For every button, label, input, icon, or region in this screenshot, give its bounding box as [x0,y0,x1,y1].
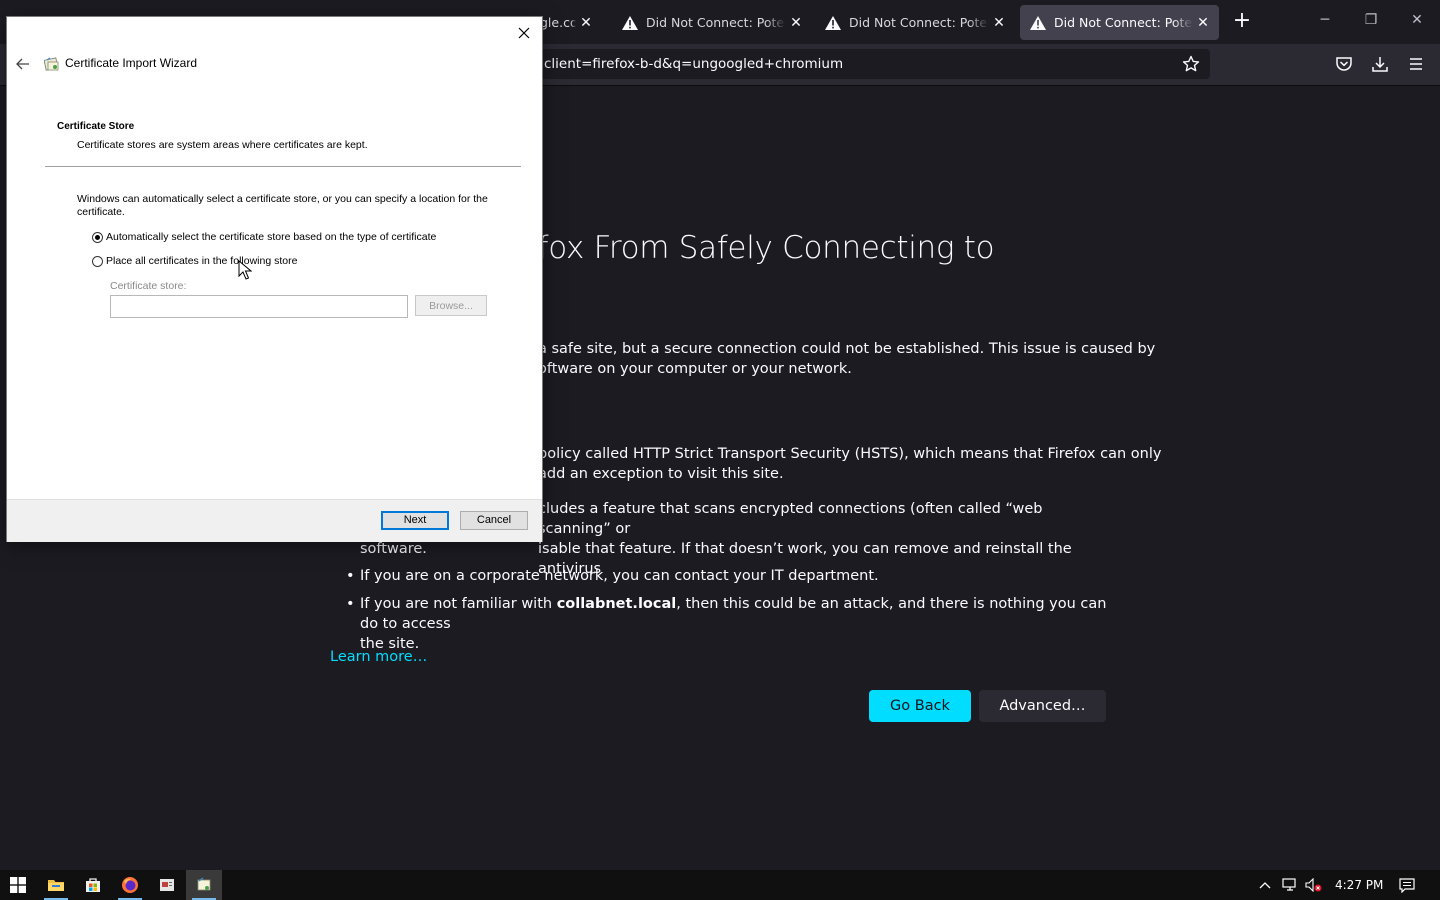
tab-did-not-connect-1[interactable]: Did Not Connect: Potential ✕ [612,5,812,40]
close-tab-icon[interactable]: ✕ [786,15,806,31]
error-description: a safe site, but a secure connection cou… [538,339,1298,379]
radio-button[interactable] [92,255,103,267]
certificate-icon [197,877,211,891]
bullet-attack-prefix: If you are not familiar with [360,596,557,612]
certificate-manager-icon [160,879,174,891]
certificate-icon [44,57,59,71]
window-close-icon[interactable]: ✕ [1407,12,1427,28]
wizard-title: Certificate Import Wizard [65,56,198,70]
volume-muted-icon[interactable] [1305,878,1323,892]
windows-logo-icon [10,877,26,893]
pocket-icon[interactable] [1335,55,1353,73]
restore-icon[interactable]: ❐ [1361,12,1381,28]
bookmark-star-icon[interactable] [1182,55,1200,73]
close-tab-icon[interactable]: ✕ [576,15,596,31]
taskbar-certificate-wizard[interactable] [186,870,222,900]
url-bar[interactable]: client=firefox-b-d&q=ungoogled+chromium [500,49,1210,79]
start-button[interactable] [0,870,36,900]
error-description-line: oftware on your computer or your network… [538,361,852,377]
tab-title: Did Not Connect: Potential [646,15,786,30]
advanced-button[interactable]: Advanced… [979,690,1106,722]
back-arrow-icon[interactable] [15,56,31,72]
show-hidden-icons-chevron-icon[interactable] [1259,880,1271,890]
error-description-line: a safe site, but a secure connection cou… [538,341,1156,357]
radio-place-in-store[interactable]: Place all certificates in the following … [92,255,297,267]
hsts-line: policy called HTTP Strict Transport Secu… [538,446,1162,462]
hsts-explanation: policy called HTTP Strict Transport Secu… [538,444,1298,484]
close-icon[interactable] [514,23,534,43]
warning-icon [825,15,841,30]
radio-label[interactable]: Place all certificates in the following … [106,255,297,267]
warning-icon [1030,15,1046,30]
tab-title: Did Not Connect: Potential [1054,15,1193,30]
dialog-footer: Next Cancel [7,499,542,542]
intro-text: Windows can automatically select a certi… [77,193,488,218]
notifications-icon[interactable] [1399,878,1415,893]
tab-title: Did Not Connect: Potential [849,15,989,30]
mouse-pointer-icon [238,260,252,280]
downloads-icon[interactable] [1371,55,1389,73]
section-description: Certificate stores are system areas wher… [77,139,368,151]
bullet-attack: • If you are not familiar with collabnet… [346,594,1116,654]
close-tab-icon[interactable]: ✕ [1193,15,1213,31]
section-title: Certificate Store [57,121,135,132]
next-button[interactable]: Next [381,511,449,530]
minimize-icon[interactable]: ─ [1315,12,1335,28]
go-back-button[interactable]: Go Back [869,690,971,722]
tab-google[interactable]: gle.com ✕ [540,5,602,40]
warning-icon [622,15,638,30]
antivirus-line: software. [360,541,427,557]
separator [45,166,521,167]
tab-did-not-connect-active[interactable]: Did Not Connect: Potential ✕ [1020,5,1219,40]
taskbar-certificate-manager[interactable] [149,870,185,900]
radio-auto-select[interactable]: Automatically select the certificate sto… [92,231,436,243]
menu-icon[interactable] [1407,55,1425,73]
hostname: collabnet.local [556,596,677,612]
antivirus-line: cludes a feature that scans encrypted co… [538,501,1043,537]
bullet-text: If you are not familiar with collabnet.l… [360,594,1116,654]
tab-title: gle.com [540,15,576,30]
url-text[interactable]: client=firefox-b-d&q=ungoogled+chromium [544,56,843,72]
radio-button-selected[interactable] [92,231,103,243]
certificate-store-field [110,295,408,318]
certificate-store-label: Certificate store: [110,280,187,292]
browse-button: Browse... [415,295,487,316]
firefox-icon [122,877,138,893]
close-tab-icon[interactable]: ✕ [989,15,1009,31]
learn-more-link[interactable]: Learn more… [330,649,427,665]
tab-did-not-connect-2[interactable]: Did Not Connect: Potential ✕ [815,5,1015,40]
certificate-import-wizard-dialog: Certificate Import Wizard Certificate St… [7,17,542,542]
bullet-dot: • [346,596,355,612]
network-icon[interactable] [1282,878,1298,892]
cancel-button[interactable]: Cancel [460,511,528,530]
taskbar: 4:27 PM [0,870,1440,900]
store-icon [86,878,100,892]
taskbar-clock[interactable]: 4:27 PM [1335,878,1383,892]
taskbar-firefox[interactable] [112,870,148,900]
bullet-corporate: • If you are on a corporate network, you… [346,566,1116,586]
radio-label[interactable]: Automatically select the certificate sto… [106,231,436,243]
hsts-line: add an exception to visit this site. [538,466,784,482]
new-tab-button[interactable]: + [1230,10,1254,34]
taskbar-file-explorer[interactable] [38,870,74,900]
folder-icon [48,880,64,891]
bullet-text: If you are on a corporate network, you c… [360,568,879,584]
bullet-dot: • [346,568,355,584]
taskbar-store[interactable] [75,870,111,900]
